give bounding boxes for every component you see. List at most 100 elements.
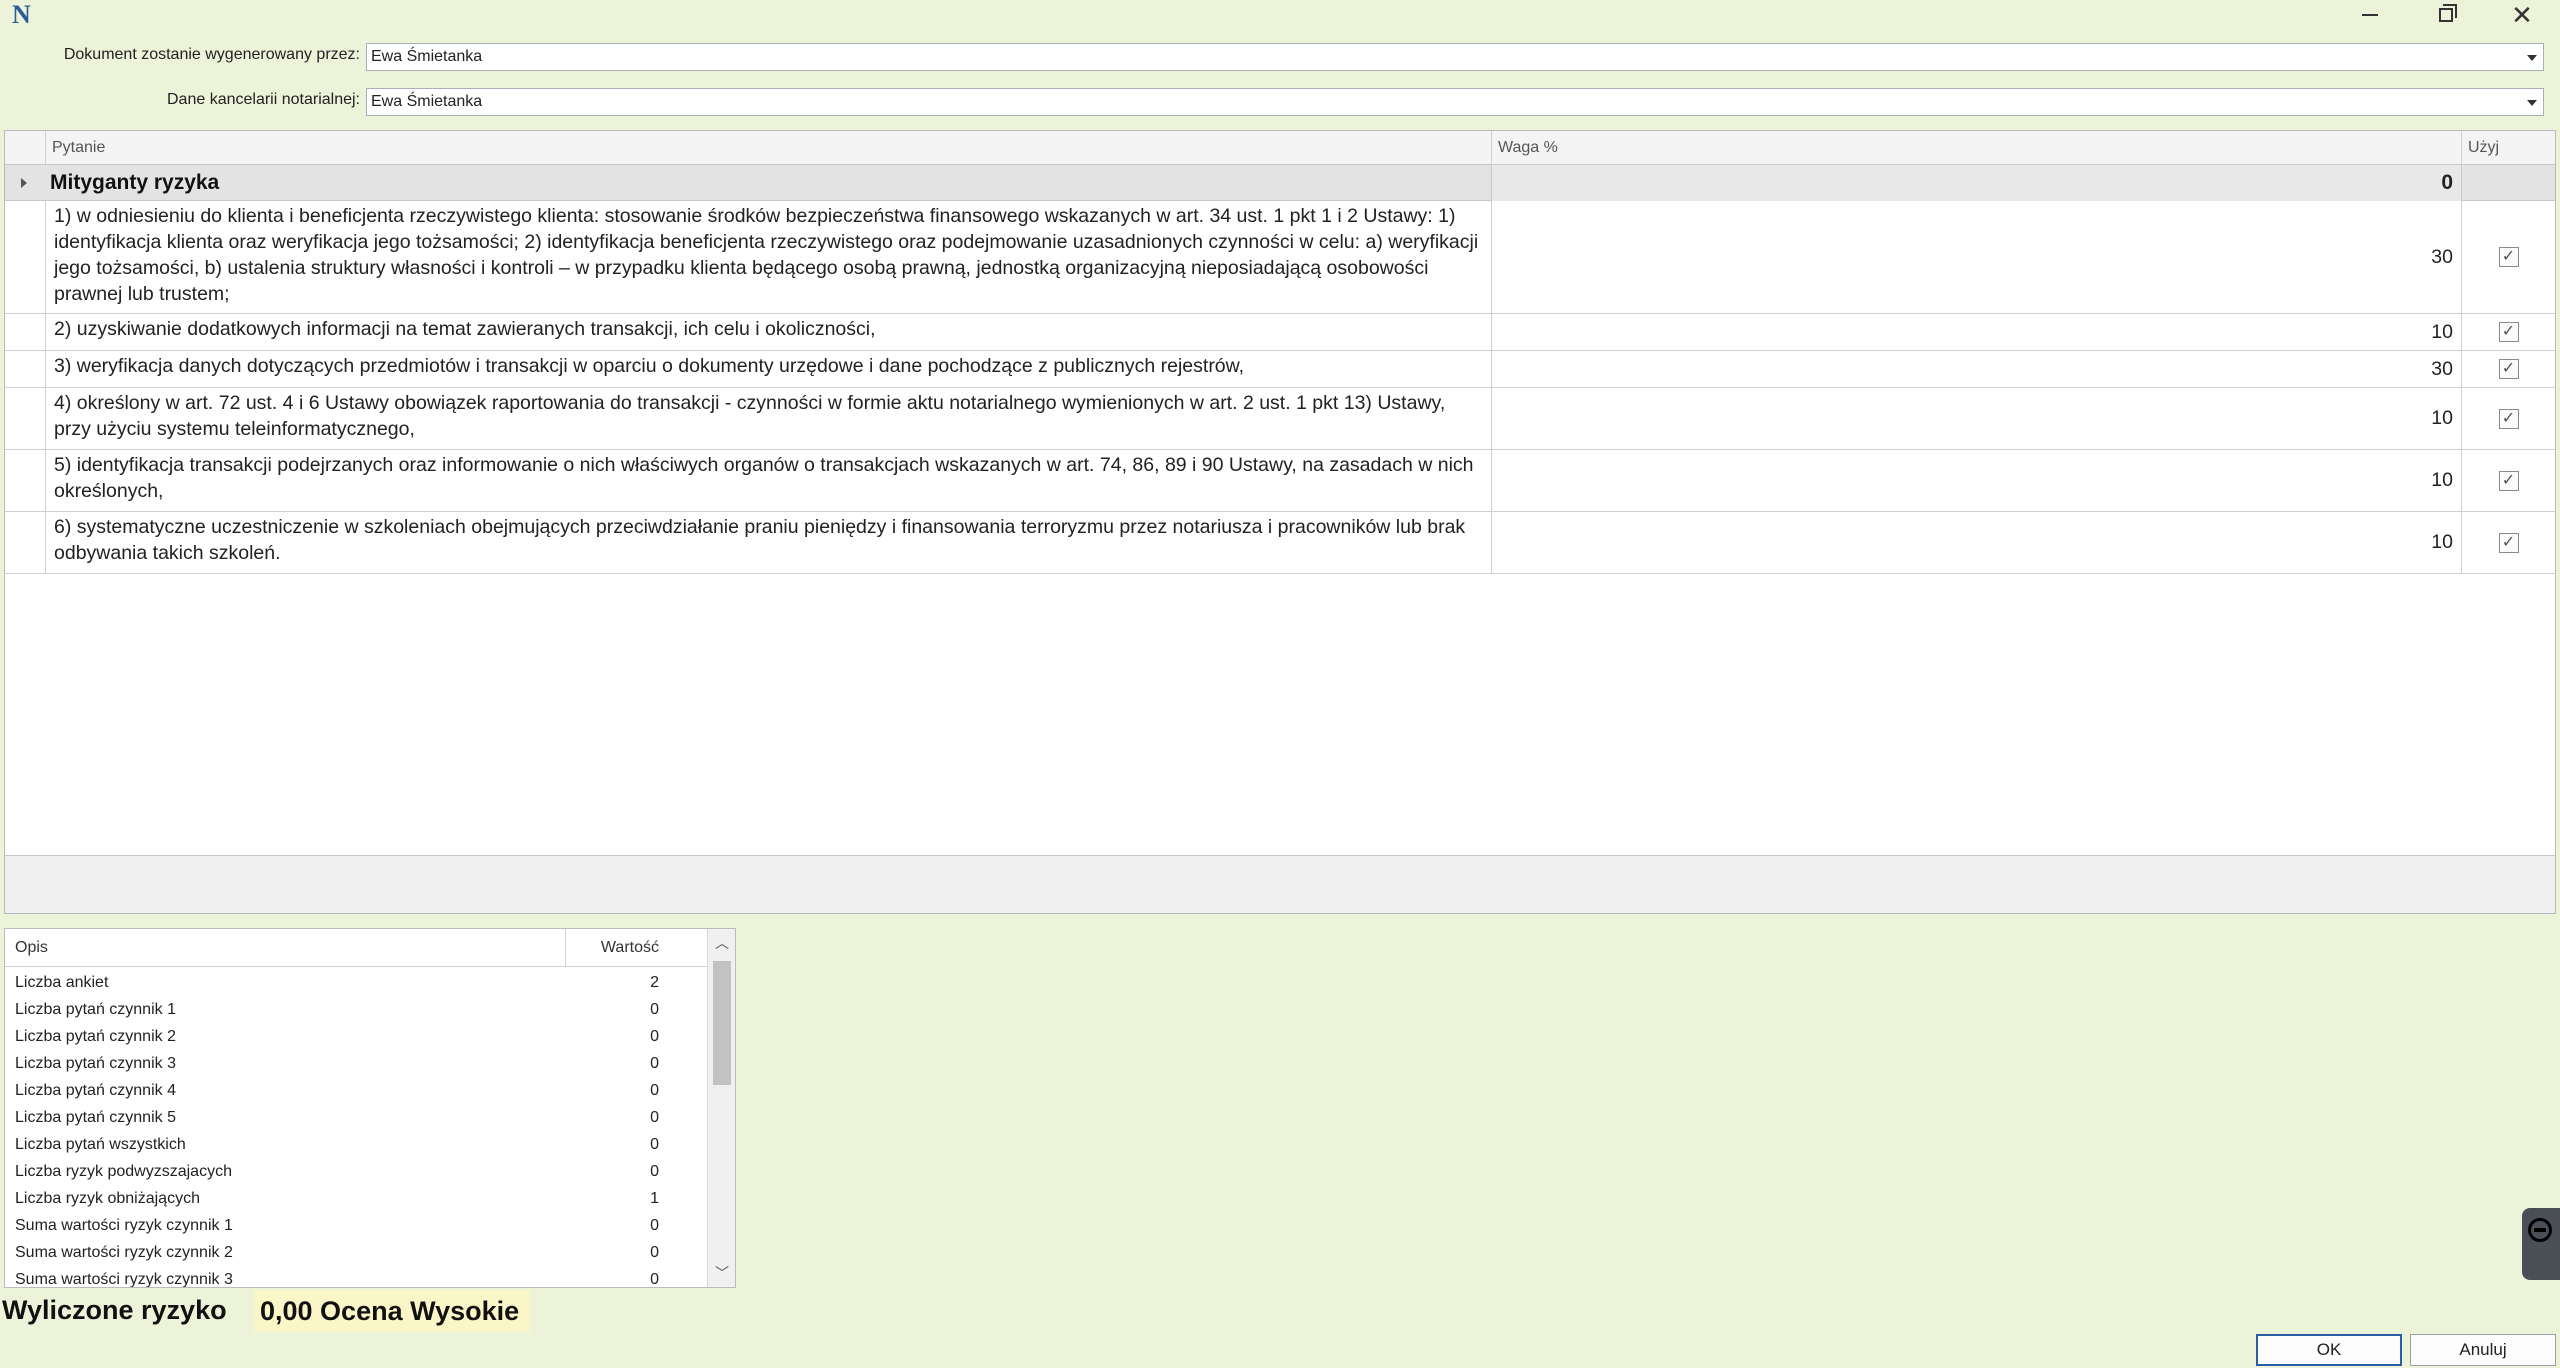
use-checkbox[interactable]: ✓ xyxy=(2498,532,2519,553)
summary-column-desc[interactable]: Opis xyxy=(15,929,48,967)
column-header-use[interactable]: Użyj xyxy=(2461,131,2555,165)
question-weight[interactable]: 10 xyxy=(1491,512,2461,573)
question-weight[interactable]: 30 xyxy=(1491,351,2461,387)
collapse-icon xyxy=(2528,1218,2552,1242)
minimize-icon xyxy=(2362,14,2378,16)
risk-label: Wyliczone ryzyko xyxy=(2,1295,227,1325)
use-checkbox[interactable]: ✓ xyxy=(2498,247,2519,267)
chevron-down-icon xyxy=(2527,100,2537,106)
summary-name: Liczba ryzyk podwyzszajacych xyxy=(15,1163,232,1180)
use-checkbox[interactable]: ✓ xyxy=(2498,322,2519,342)
summary-value: 0 xyxy=(650,1001,659,1018)
question-text: 4) określony w art. 72 ust. 4 i 6 Ustawy… xyxy=(45,388,1491,449)
check-icon: ✓ xyxy=(2501,409,2516,427)
app-logo: N xyxy=(12,0,31,29)
group-weight: 0 xyxy=(1491,165,2461,201)
use-checkbox[interactable]: ✓ xyxy=(2498,470,2519,491)
question-row[interactable]: 2) uzyskiwanie dodatkowych informacji na… xyxy=(5,314,2555,351)
use-checkbox[interactable]: ✓ xyxy=(2498,408,2519,429)
minimize-button[interactable] xyxy=(2332,0,2408,30)
question-row[interactable]: 1) w odniesieniu do klienta i beneficjen… xyxy=(5,201,2555,314)
use-checkbox[interactable]: ✓ xyxy=(2498,359,2519,379)
chevron-down-icon xyxy=(2527,55,2537,61)
scroll-up-icon[interactable]: ︿ xyxy=(708,929,735,957)
summary-name: Suma wartości ryzyk czynnik 3 xyxy=(15,1271,233,1288)
close-icon: ✕ xyxy=(2511,0,2533,30)
summary-row[interactable]: Liczba pytań czynnik 2 0 xyxy=(5,1023,707,1050)
column-header-question[interactable]: Pytanie xyxy=(45,131,1491,165)
summary-row[interactable]: Liczba pytań wszystkich 0 xyxy=(5,1131,707,1158)
ok-button[interactable]: OK xyxy=(2256,1334,2402,1366)
question-weight[interactable]: 30 xyxy=(1491,201,2461,313)
summary-scrollbar[interactable]: ︿ ﹀ xyxy=(707,929,735,1287)
side-panel-handle[interactable] xyxy=(2522,1208,2560,1280)
group-title: Mityganty ryzyka xyxy=(50,171,220,194)
cancel-button[interactable]: Anuluj xyxy=(2410,1334,2556,1366)
summary-row[interactable]: Liczba pytań czynnik 5 0 xyxy=(5,1104,707,1131)
question-weight[interactable]: 10 xyxy=(1491,388,2461,449)
summary-row[interactable]: Liczba pytań czynnik 4 0 xyxy=(5,1077,707,1104)
check-icon: ✓ xyxy=(2501,360,2516,377)
summary-row[interactable]: Liczba pytań czynnik 3 0 xyxy=(5,1050,707,1077)
risk-value: 0,00 Ocena Wysokie xyxy=(254,1290,530,1332)
generated-by-select[interactable]: Ewa Śmietanka xyxy=(366,43,2544,71)
question-text: 3) weryfikacja danych dotyczących przedm… xyxy=(45,351,1491,387)
expand-arrow-icon[interactable] xyxy=(21,178,27,188)
check-icon: ✓ xyxy=(2501,471,2516,489)
summary-name: Liczba pytań czynnik 2 xyxy=(15,1028,176,1045)
group-use-cell xyxy=(2461,165,2555,201)
summary-row[interactable]: Suma wartości ryzyk czynnik 2 0 xyxy=(5,1239,707,1266)
question-row[interactable]: 5) identyfikacja transakcji podejrzanych… xyxy=(5,450,2555,512)
summary-column-value[interactable]: Wartość xyxy=(565,929,665,967)
grid-footer xyxy=(5,855,2555,913)
question-row[interactable]: 4) określony w art. 72 ust. 4 i 6 Ustawy… xyxy=(5,388,2555,450)
check-icon: ✓ xyxy=(2501,248,2516,265)
generated-by-value: Ewa Śmietanka xyxy=(371,48,483,65)
question-text: 1) w odniesieniu do klienta i beneficjen… xyxy=(45,201,1491,313)
questions-grid: Pytanie Waga % Użyj Mityganty ryzyka 0 1… xyxy=(4,130,2556,914)
summary-name: Liczba ankiet xyxy=(15,974,109,991)
scroll-down-icon[interactable]: ﹀ xyxy=(708,1259,735,1287)
summary-name: Liczba pytań czynnik 1 xyxy=(15,1001,176,1018)
summary-value: 0 xyxy=(650,1244,659,1261)
scrollbar-thumb[interactable] xyxy=(713,961,731,1085)
summary-value: 0 xyxy=(650,1136,659,1153)
summary-header: Opis Wartość xyxy=(5,929,707,967)
summary-name: Liczba pytań czynnik 3 xyxy=(15,1055,176,1072)
summary-name: Suma wartości ryzyk czynnik 2 xyxy=(15,1244,233,1261)
summary-list[interactable]: Opis Wartość Liczba ankiet 2 Liczba pytań… xyxy=(4,928,736,1288)
summary-name: Liczba pytań wszystkich xyxy=(15,1136,186,1153)
title-bar: N ✕ xyxy=(0,0,2560,30)
summary-row[interactable]: Suma wartości ryzyk czynnik 1 0 xyxy=(5,1212,707,1239)
summary-value: 1 xyxy=(650,1190,659,1207)
summary-name: Suma wartości ryzyk czynnik 1 xyxy=(15,1217,233,1234)
question-text: 5) identyfikacja transakcji podejrzanych… xyxy=(45,450,1491,511)
summary-value: 2 xyxy=(650,974,659,991)
question-weight[interactable]: 10 xyxy=(1491,314,2461,350)
group-row[interactable]: Mityganty ryzyka 0 xyxy=(5,165,2555,201)
close-button[interactable]: ✕ xyxy=(2484,0,2560,30)
summary-value: 0 xyxy=(650,1217,659,1234)
summary-row[interactable]: Liczba ankiet 2 xyxy=(5,969,707,996)
question-text: 6) systematyczne uczestniczenie w szkole… xyxy=(45,512,1491,573)
question-row[interactable]: 6) systematyczne uczestniczenie w szkole… xyxy=(5,512,2555,574)
restore-icon xyxy=(2439,4,2457,22)
summary-row[interactable]: Liczba ryzyk podwyzszajacych 0 xyxy=(5,1158,707,1185)
summary-value: 0 xyxy=(650,1109,659,1126)
office-label: Dane kancelarii notarialnej: xyxy=(167,91,360,108)
summary-value: 0 xyxy=(650,1082,659,1099)
restore-button[interactable] xyxy=(2408,0,2484,30)
summary-name: Liczba pytań czynnik 4 xyxy=(15,1082,176,1099)
check-icon: ✓ xyxy=(2501,323,2516,340)
summary-row[interactable]: Liczba pytań czynnik 1 0 xyxy=(5,996,707,1023)
summary-value: 0 xyxy=(650,1271,659,1288)
summary-row[interactable]: Suma wartości ryzyk czynnik 3 0 xyxy=(5,1266,707,1288)
office-select[interactable]: Ewa Śmietanka xyxy=(366,88,2544,116)
question-weight[interactable]: 10 xyxy=(1491,450,2461,511)
office-value: Ewa Śmietanka xyxy=(371,93,483,110)
column-header-weight[interactable]: Waga % xyxy=(1491,131,2461,165)
question-row[interactable]: 3) weryfikacja danych dotyczących przedm… xyxy=(5,351,2555,388)
check-icon: ✓ xyxy=(2501,533,2516,551)
summary-row[interactable]: Liczba ryzyk obniżających 1 xyxy=(5,1185,707,1212)
summary-name: Liczba pytań czynnik 5 xyxy=(15,1109,176,1126)
